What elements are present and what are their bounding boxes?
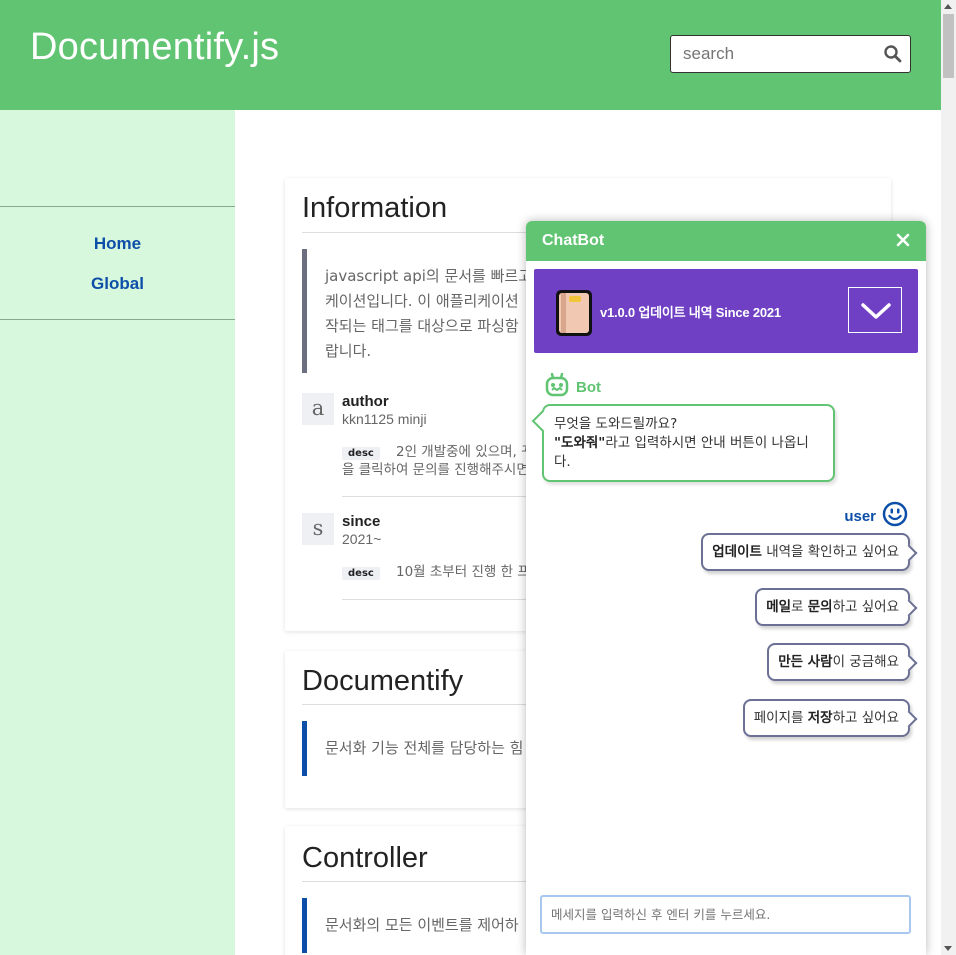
quick-reply-keyword: 업데이트 — [712, 544, 762, 560]
meta-desc-line: 을 클릭하여 문의를 진행해주시면 — [342, 462, 529, 478]
quick-reply-keyword: 저장 — [807, 710, 833, 726]
chatbot-window: ChatBot v1.0.0 업데이트 내역 Since 2021 Bot 무엇… — [526, 221, 926, 955]
page-scrollbar[interactable] — [941, 0, 956, 955]
meta-letter-badge: a — [302, 393, 334, 425]
search-input[interactable] — [671, 36, 881, 72]
quick-reply-keyword: 메일 — [766, 599, 792, 615]
quick-reply-save[interactable]: 페이지를 저장하고 싶어요 — [742, 699, 910, 737]
quick-reply-text: 페이지를 — [753, 710, 808, 726]
quick-reply-text: 하고 싶어요 — [832, 710, 899, 726]
section-title-controller: Controller — [302, 842, 428, 874]
bot-message-keyword: "도와줘" — [554, 435, 606, 451]
quick-reply-text: 로 — [791, 599, 808, 615]
search-icon[interactable] — [883, 44, 903, 64]
book-icon — [556, 290, 592, 336]
scroll-down-arrow-icon[interactable] — [944, 946, 952, 951]
quick-reply-keyword: 문의 — [807, 599, 833, 615]
smiley-icon — [882, 501, 908, 527]
chatbot-title: ChatBot — [542, 232, 605, 249]
quick-reply-maker[interactable]: 만든 사람이 궁금해요 — [767, 643, 910, 681]
bot-name: Bot — [576, 379, 601, 396]
chevron-down-icon — [861, 303, 891, 319]
scroll-up-arrow-icon[interactable] — [944, 4, 952, 9]
scrollbar-thumb[interactable] — [943, 14, 954, 78]
chat-message-input[interactable] — [540, 895, 911, 934]
bot-message-line: "도와줘"라고 입력하시면 안내 버튼이 나옵니다. — [554, 434, 825, 472]
sidebar-item-global[interactable]: Global — [0, 264, 235, 304]
bot-message-bubble: 무엇을 도와드릴까요? "도와줘"라고 입력하시면 안내 버튼이 나옵니다. — [542, 404, 835, 482]
meta-value: 2021~ — [342, 531, 382, 547]
sidebar-nav: Home Global — [0, 206, 235, 320]
section-title-documentify: Documentify — [302, 665, 464, 697]
update-notice-bar[interactable]: v1.0.0 업데이트 내역 Since 2021 — [534, 269, 918, 353]
sidebar: Home Global — [0, 110, 235, 955]
meta-desc-line: 10월 초부터 진행 한 프 — [396, 564, 530, 580]
search-box — [670, 35, 911, 73]
user-sender-label: user — [818, 501, 908, 527]
section-title-information: Information — [302, 192, 448, 224]
meta-letter-badge: s — [302, 513, 334, 545]
user-name: user — [844, 508, 876, 525]
sidebar-item-home[interactable]: Home — [0, 224, 235, 264]
quick-reply-mail[interactable]: 메일로 문의하고 싶어요 — [755, 588, 910, 626]
close-icon[interactable] — [893, 230, 913, 250]
meta-desc-line: 2인 개발중에 있으며, 꾸 — [396, 444, 534, 460]
update-notice-text: v1.0.0 업데이트 내역 Since 2021 — [600, 305, 781, 320]
brand-title[interactable]: Documentify.js — [30, 26, 279, 69]
meta-name: since — [342, 513, 381, 530]
robot-icon — [545, 373, 569, 397]
top-header: Documentify.js — [0, 0, 941, 110]
desc-line: 문서화의 모든 이벤트를 제어하 — [325, 916, 519, 934]
desc-line: 문서화 기능 전체를 담당하는 힘 — [325, 739, 524, 757]
bot-message-line: 무엇을 도와드릴까요? — [554, 416, 678, 432]
chatbot-header: ChatBot — [526, 221, 926, 261]
quick-reply-text: 하고 싶어요 — [832, 599, 899, 615]
update-toggle-button[interactable] — [848, 287, 902, 333]
meta-value: kkn1125 minji — [342, 411, 427, 427]
quick-reply-text: 내역을 확인하고 싶어요 — [761, 544, 899, 560]
meta-name: author — [342, 393, 389, 410]
quick-reply-update[interactable]: 업데이트 내역을 확인하고 싶어요 — [701, 533, 910, 571]
quick-reply-text: 이 궁금해요 — [832, 654, 899, 670]
quick-reply-keyword: 만든 사람 — [778, 654, 833, 670]
